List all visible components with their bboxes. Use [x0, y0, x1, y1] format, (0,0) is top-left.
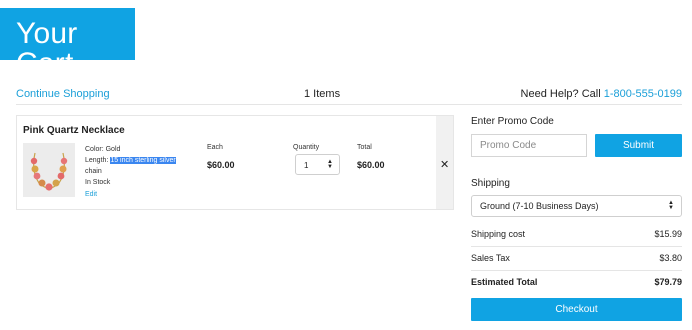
phone-link[interactable]: 1-800-555-0199 — [604, 88, 682, 100]
help-text: Need Help? Call 1-800-555-0199 — [521, 88, 682, 100]
length-value-selected: 15 inch sterling silver — [110, 157, 176, 164]
promo-code-label: Enter Promo Code — [471, 116, 554, 127]
quantity-value: 1 — [304, 161, 309, 170]
shipping-method-value: Ground (7-10 Business Days) — [480, 201, 599, 211]
each-label: Each — [207, 144, 223, 151]
page-title: Your Cart — [16, 17, 78, 80]
product-details: Color: Gold Length: 15 inch sterling sil… — [85, 144, 195, 200]
each-price: $60.00 — [207, 160, 235, 170]
items-count: 1 Items — [304, 88, 341, 100]
necklace-image — [23, 143, 75, 197]
sales-tax-label: Sales Tax — [471, 253, 510, 263]
select-arrows-icon: ▲ ▼ — [668, 200, 674, 211]
total-label: Total — [357, 144, 372, 151]
estimated-total-row: Estimated Total $79.79 — [471, 277, 682, 291]
cart-topbar: Continue Shopping 1 Items Need Help? Cal… — [16, 88, 682, 104]
sales-tax-value: $3.80 — [659, 253, 682, 263]
shipping-cost-label: Shipping cost — [471, 229, 526, 239]
shipping-label: Shipping — [471, 178, 510, 189]
estimated-total-value: $79.79 — [654, 277, 682, 287]
promo-code-input[interactable] — [471, 134, 587, 157]
shipping-method-select[interactable]: Ground (7-10 Business Days) ▲ ▼ — [471, 195, 682, 217]
shipping-cost-value: $15.99 — [654, 229, 682, 239]
product-name: Pink Quartz Necklace — [23, 125, 125, 136]
product-image[interactable] — [23, 143, 75, 197]
cart-header-banner: Your Cart — [0, 8, 135, 79]
topbar-divider — [16, 104, 682, 105]
checkout-button[interactable]: Checkout — [471, 298, 682, 321]
quantity-select[interactable]: 1 ▲ ▼ — [295, 154, 340, 175]
submit-promo-button[interactable]: Submit — [595, 134, 682, 157]
quantity-label: Quantity — [293, 144, 320, 151]
shipping-cost-row: Shipping cost $15.99 — [471, 229, 682, 243]
help-label: Need Help? Call — [520, 88, 604, 100]
edit-item-link[interactable]: Edit — [85, 189, 195, 200]
summary-divider — [471, 270, 682, 271]
select-arrows-icon: ▲ ▼ — [327, 159, 333, 170]
continue-shopping-link[interactable]: Continue Shopping — [16, 88, 110, 100]
summary-divider — [471, 246, 682, 247]
length-prefix: Length: — [85, 157, 111, 164]
line-total: $60.00 — [357, 160, 385, 170]
estimated-total-label: Estimated Total — [471, 277, 538, 287]
sales-tax-row: Sales Tax $3.80 — [471, 253, 682, 267]
product-color: Color: Gold — [85, 146, 121, 153]
stock-status: In Stock — [85, 179, 111, 186]
product-length: Length: 15 inch sterling silver — [85, 155, 195, 166]
remove-item-icon[interactable]: ✕ — [440, 158, 449, 171]
length-suffix: chain — [85, 168, 102, 175]
cart-item-card: Pink Quartz Necklace Color: Gold Length:… — [16, 115, 454, 210]
